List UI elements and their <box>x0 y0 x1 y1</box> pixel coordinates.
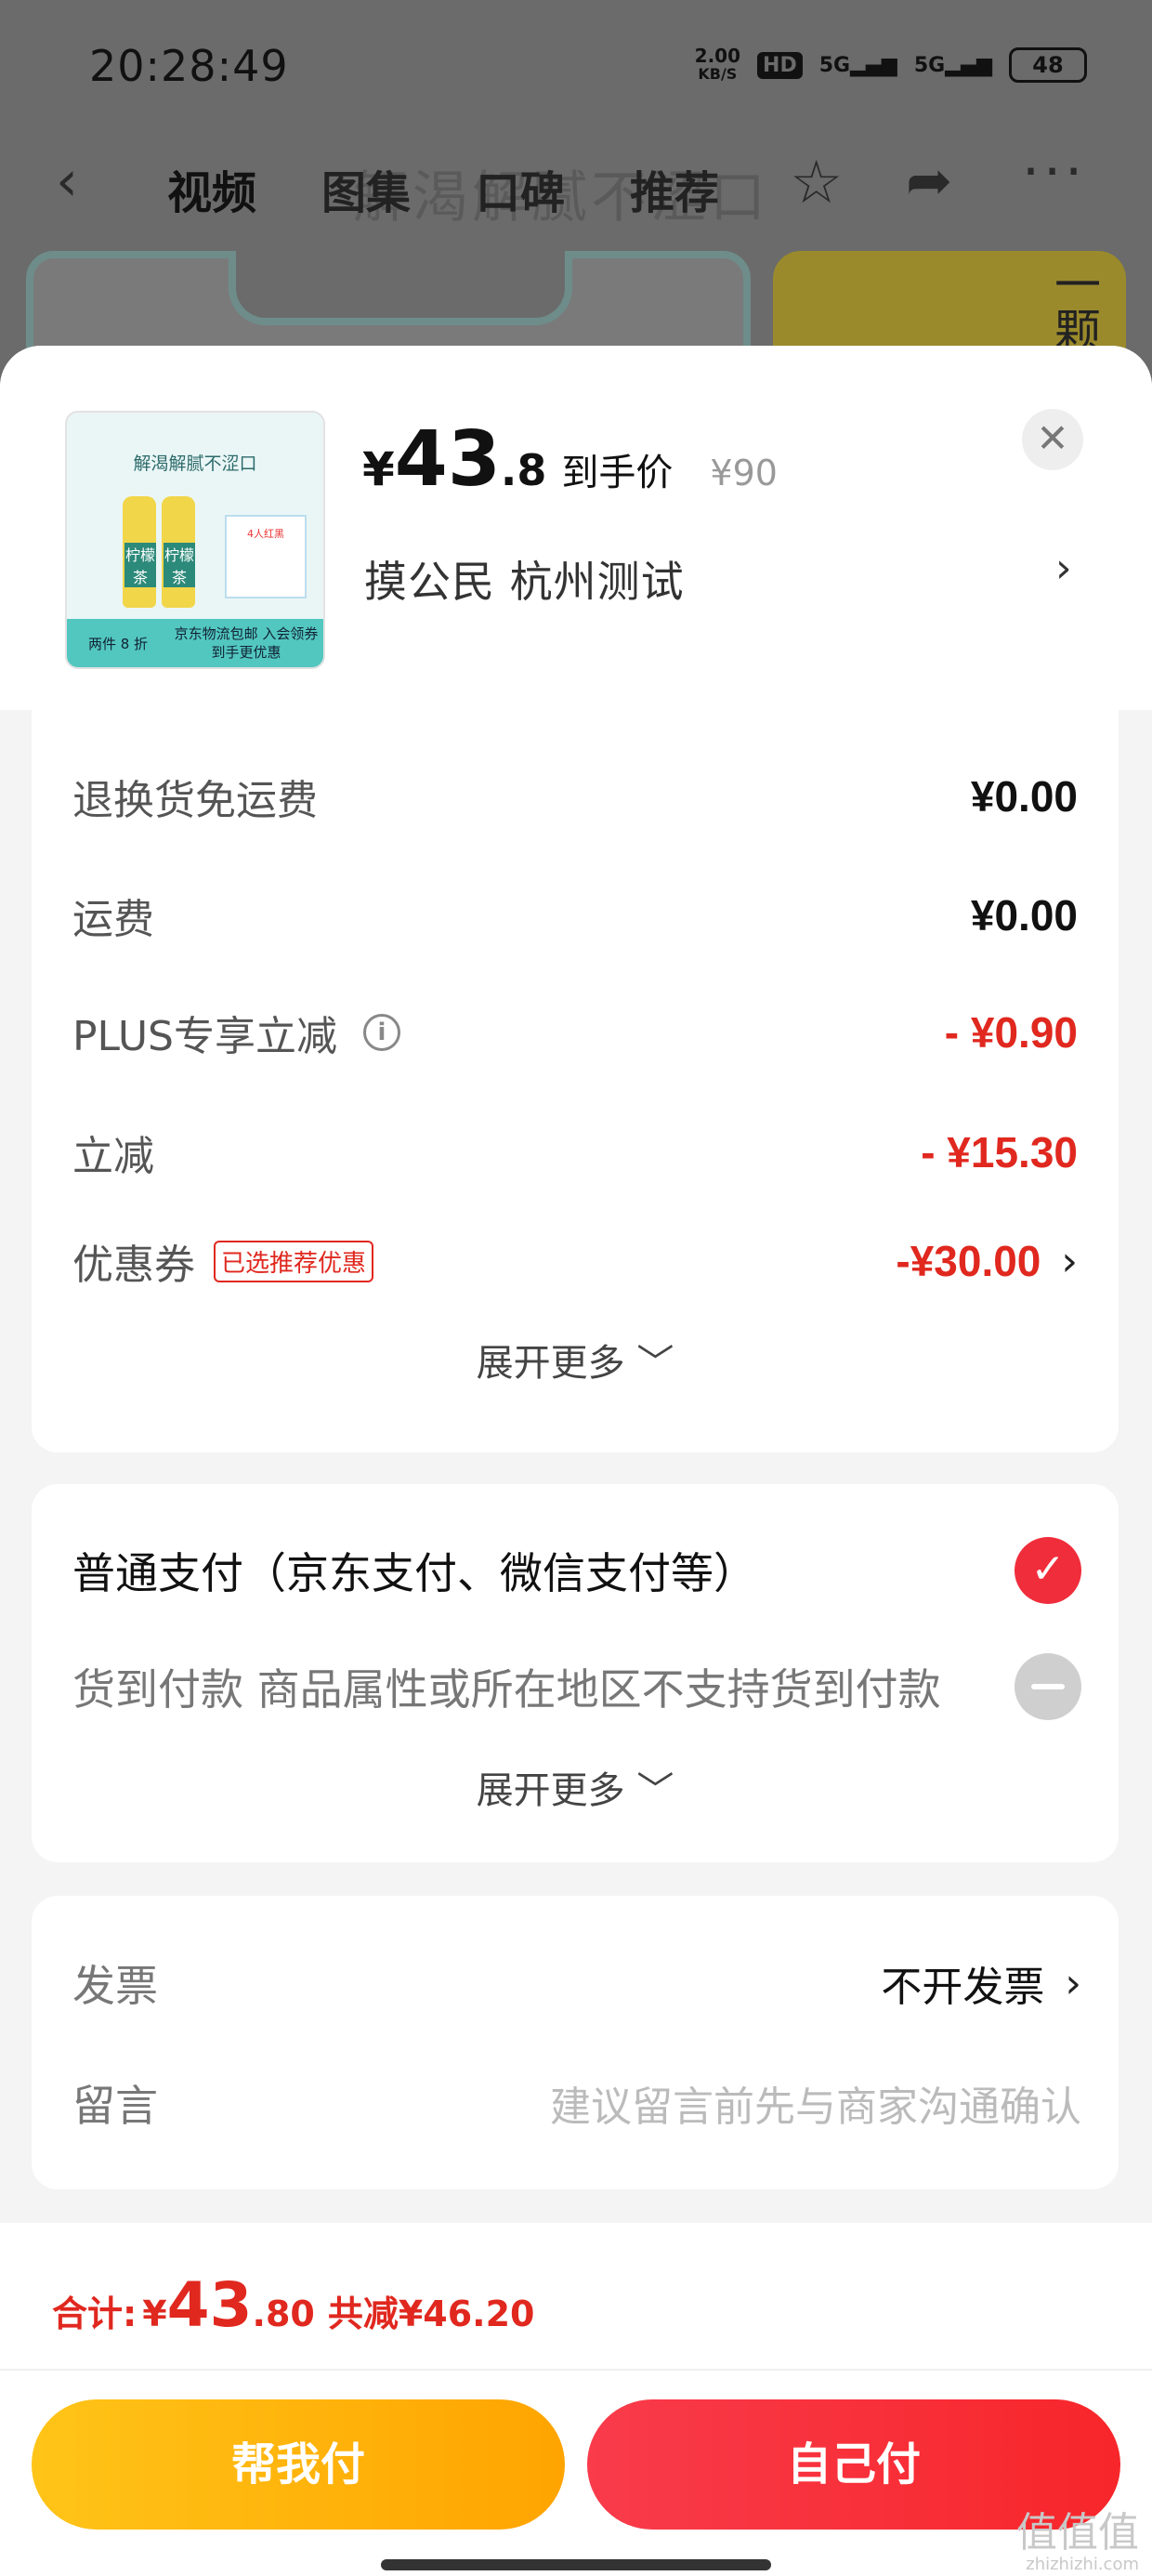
invoice-row[interactable]: 发票 不开发票 › <box>72 1946 1081 2020</box>
net-speed: 2.00 KB/S <box>695 46 740 84</box>
product-thumbnail: 解渴解腻不涩口 柠檬茶 柠檬茶 4人红黑 两件 8 折 京东物流包邮 入会领券到… <box>65 411 325 669</box>
total-price: 合计: ¥ 43 .80 共减¥46.20 <box>52 2269 534 2341</box>
signal-label-2: 5G <box>913 53 946 77</box>
message-row[interactable]: 留言 建议留言前先与商家沟通确认 <box>72 2066 1081 2140</box>
chevron-right-icon[interactable]: › <box>1055 545 1072 592</box>
fee-value: ¥0.00 <box>970 772 1078 821</box>
fee-value: ¥0.00 <box>970 891 1078 940</box>
net-speed-unit: KB/S <box>698 65 738 83</box>
status-bar: 20:28:49 2.00 KB/S HD 5G▂▄▆ 5G▂▄▆ 48 <box>0 0 1152 130</box>
star-icon[interactable]: ☆ <box>790 149 843 217</box>
fee-value: - ¥0.90 <box>944 1008 1078 1057</box>
back-icon[interactable]: ‹ <box>56 149 78 214</box>
watermark: 值值值 zhizhizhi.com <box>1016 2509 1139 2575</box>
fee-label: 退换货免运费 <box>72 777 318 824</box>
disabled-icon <box>1015 1653 1081 1720</box>
price-integer: 43 <box>394 415 501 504</box>
net-speed-value: 2.00 <box>694 45 741 67</box>
status-time: 20:28:49 <box>89 41 289 91</box>
background-page: 20:28:49 2.00 KB/S HD 5G▂▄▆ 5G▂▄▆ 48 ‹ 解… <box>0 0 1152 390</box>
thumb-promo: 两件 8 折 <box>87 635 149 652</box>
total-symbol: ¥ <box>142 2293 167 2334</box>
price-decimal: .8 <box>500 445 547 495</box>
payment-card: 普通支付（京东支付、微信支付等） ✓ 货到付款 商品属性或所在地区不支持货到付款… <box>32 1484 1119 1862</box>
check-icon[interactable]: ✓ <box>1015 1537 1081 1604</box>
nav-bar: ‹ 解渴解腻不涩口 视频 图集 口碑 推荐 ☆ ➦ ··· <box>0 139 1152 232</box>
fee-label: 优惠券 <box>72 1242 195 1289</box>
fee-row-return-shipping: 退换货免运费 ¥0.00 <box>72 764 1078 829</box>
address[interactable]: 摸公民 杭州测试 <box>364 548 685 610</box>
total-decimal: .80 <box>252 2293 315 2334</box>
thumb-footer-text: 京东物流包邮 入会领券到手更优惠 <box>174 625 319 661</box>
thumb-title: 解渴解腻不涩口 <box>133 453 257 474</box>
help-pay-button[interactable]: 帮我付 <box>32 2399 565 2530</box>
chevron-right-icon[interactable]: › <box>1065 1960 1081 2007</box>
watermark-url: zhizhizhi.com <box>1026 2555 1139 2575</box>
total-label: 合计: <box>52 2293 137 2334</box>
signal-icon: 5G▂▄▆ <box>818 53 897 77</box>
fee-row-plus: PLUS专享立减 i - ¥0.90 <box>72 1000 1078 1065</box>
tab-recommend[interactable]: 推荐 <box>630 156 719 221</box>
fee-label: PLUS专享立减 <box>72 1013 337 1060</box>
total-saving: 共减¥46.20 <box>327 2293 535 2334</box>
battery-icon: 48 <box>1009 47 1087 83</box>
fee-label: 运费 <box>72 896 154 943</box>
payment-label: 普通支付（京东支付、微信支付等） <box>72 1548 756 1598</box>
card-notch <box>229 251 572 325</box>
more-icon[interactable]: ··· <box>1022 139 1086 204</box>
home-indicator[interactable] <box>381 2559 771 2570</box>
fee-value: -¥30.00 <box>896 1237 1041 1285</box>
share-icon[interactable]: ➦ <box>906 149 952 214</box>
coupon-tag: 已选推荐优惠 <box>214 1240 374 1282</box>
thumb-footer: 两件 8 折 京东物流包邮 入会领券到手更优惠 <box>67 619 323 667</box>
price-row: ¥ 43 .8 到手价 ¥90 <box>362 422 778 498</box>
bottle-label: 柠檬茶 <box>124 543 156 587</box>
payment-option-cod: 货到付款 商品属性或所在地区不支持货到付款 <box>72 1649 1081 1724</box>
fee-row-shipping: 运费 ¥0.00 <box>72 883 1078 948</box>
bottle-label-2: 柠檬茶 <box>164 543 195 587</box>
divider <box>0 2369 1152 2371</box>
signal-label-1: 5G <box>818 53 851 77</box>
close-icon[interactable]: ✕ <box>1022 409 1083 470</box>
extra-card: 发票 不开发票 › 留言 建议留言前先与商家沟通确认 <box>32 1896 1119 2189</box>
tab-video[interactable]: 视频 <box>167 156 256 221</box>
invoice-label: 发票 <box>72 1961 158 2011</box>
fee-value: - ¥15.30 <box>921 1128 1078 1176</box>
thumb-mini-card: 4人红黑 <box>225 515 307 598</box>
background-card-text: 一颗 <box>1047 260 1101 353</box>
message-label: 留言 <box>72 2081 158 2131</box>
sheet-header: 解渴解腻不涩口 柠檬茶 柠檬茶 4人红黑 两件 8 折 京东物流包邮 入会领券到… <box>0 346 1152 710</box>
expand-more-button[interactable]: 展开更多 ﹀ <box>32 1760 1119 1814</box>
invoice-value: 不开发票 <box>881 1964 1045 2011</box>
fee-row-coupon[interactable]: 优惠券 已选推荐优惠 -¥30.00 › <box>72 1229 1078 1294</box>
original-price: ¥90 <box>710 453 778 493</box>
fee-row-discount: 立减 - ¥15.30 <box>72 1120 1078 1185</box>
info-icon[interactable]: i <box>363 1014 400 1051</box>
fee-card: 退换货免运费 ¥0.00 运费 ¥0.00 PLUS专享立减 i - ¥0.90… <box>32 710 1119 1452</box>
nav-tabs: 视频 图集 口碑 推荐 <box>167 156 719 221</box>
price-symbol: ¥ <box>362 442 395 496</box>
fee-label: 立减 <box>72 1133 154 1180</box>
signal-icon-2: 5G▂▄▆ <box>913 53 992 77</box>
tab-reviews[interactable]: 口碑 <box>476 156 565 221</box>
tab-gallery[interactable]: 图集 <box>321 156 411 221</box>
price-tag: 到手价 <box>561 452 674 494</box>
chevron-right-icon[interactable]: › <box>1061 1238 1078 1285</box>
total-integer: 43 <box>166 2269 253 2341</box>
message-input[interactable]: 建议留言前先与商家沟通确认 <box>550 2073 1081 2133</box>
watermark-glyphs: 值值值 <box>1016 2509 1139 2556</box>
payment-label: 货到付款 商品属性或所在地区不支持货到付款 <box>72 1664 941 1715</box>
status-icons: 2.00 KB/S HD 5G▂▄▆ 5G▂▄▆ 48 <box>695 46 1087 84</box>
checkout-sheet: 解渴解腻不涩口 柠檬茶 柠檬茶 4人红黑 两件 8 折 京东物流包邮 入会领券到… <box>0 346 1152 2576</box>
hd-icon: HD <box>757 51 803 79</box>
checkout-footer: 合计: ¥ 43 .80 共减¥46.20 帮我付 自己付 值值值 zhizhi… <box>0 2223 1152 2576</box>
expand-more-button[interactable]: 展开更多 ﹀ <box>32 1333 1119 1387</box>
payment-option-normal[interactable]: 普通支付（京东支付、微信支付等） ✓ <box>72 1533 1081 1608</box>
